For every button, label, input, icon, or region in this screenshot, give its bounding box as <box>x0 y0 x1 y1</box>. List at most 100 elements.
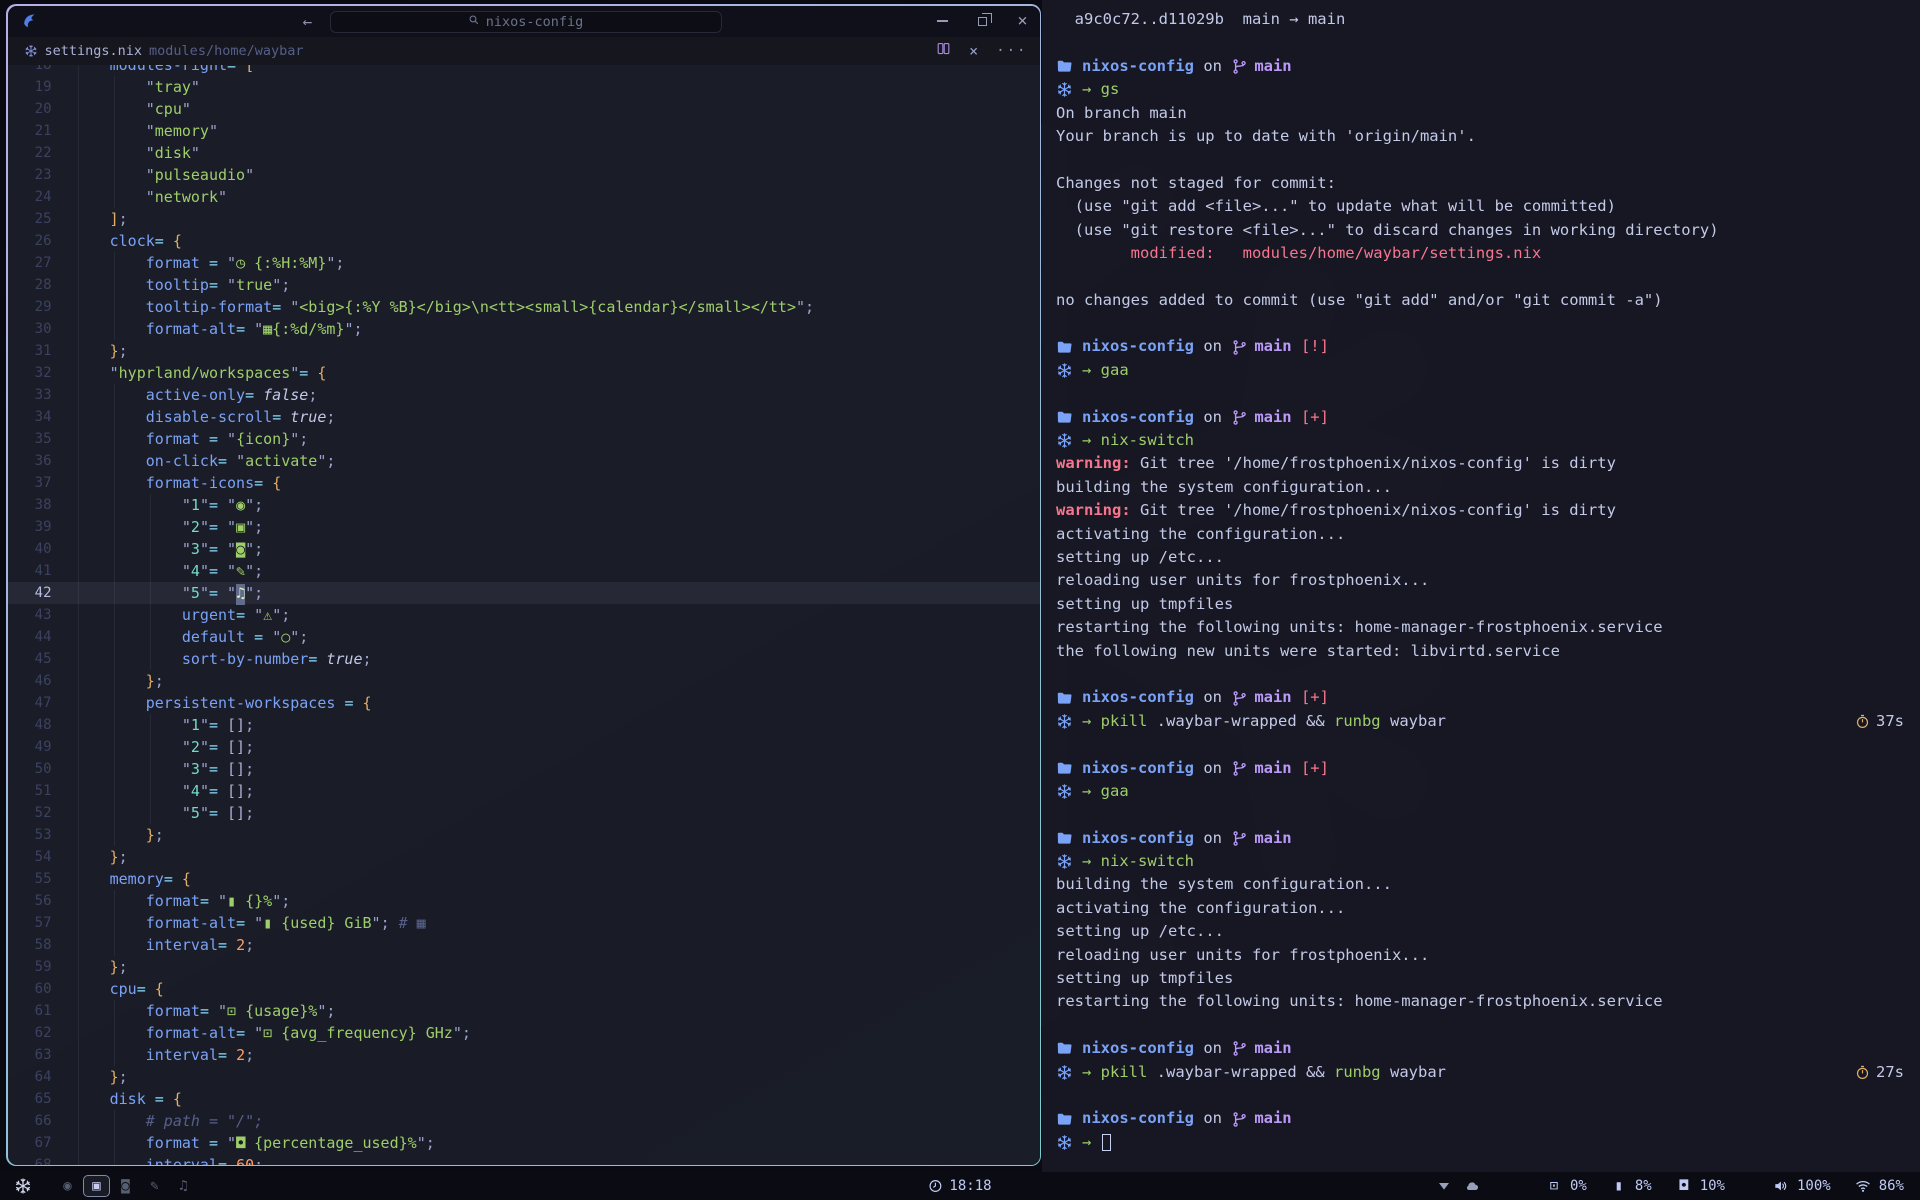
code-token: " <box>74 144 155 162</box>
minimize-button[interactable] <box>936 14 950 28</box>
code-line-59[interactable]: 59 }; <box>8 956 1040 978</box>
terminal-window[interactable]: a9c0c72..d11029b main → mainnixos-config… <box>1042 0 1920 1172</box>
code-line-28[interactable]: 28 tooltip= "true"; <box>8 274 1040 296</box>
code-line-60[interactable]: 60 cpu= { <box>8 978 1040 1000</box>
code-line-31[interactable]: 31 }; <box>8 340 1040 362</box>
code-line-27[interactable]: 27 format = "◷ {:%H:%M}"; <box>8 252 1040 274</box>
code-line-50[interactable]: 50 "3"= []; <box>8 758 1040 780</box>
code-token: format-alt <box>74 1024 237 1042</box>
disk-value: 10% <box>1700 1178 1725 1194</box>
close-button[interactable]: × <box>1016 14 1030 28</box>
workspace-1-button[interactable]: ◉ <box>54 1175 81 1197</box>
disk-module[interactable]: ◘10% <box>1676 1178 1725 1194</box>
code-editor[interactable]: 18 modules-right= [19 "tray"20 "cpu"21 "… <box>8 65 1040 1165</box>
code-line-45[interactable]: 45 sort-by-number= true; <box>8 648 1040 670</box>
code-line-18[interactable]: 18 modules-right= [ <box>8 65 1040 76</box>
project-search-box[interactable]: nixos-config <box>330 11 722 33</box>
code-line-25[interactable]: 25 ]; <box>8 208 1040 230</box>
tab-more-icon[interactable]: ··· <box>996 43 1027 59</box>
code-token: ; <box>254 584 263 602</box>
code-text: format-icons= { <box>74 472 282 494</box>
terminal-text: nixos-config <box>1082 55 1194 78</box>
code-line-40[interactable]: 40 "3"= "◙"; <box>8 538 1040 560</box>
volume-module[interactable]: 100% <box>1773 1178 1831 1194</box>
code-line-46[interactable]: 46 }; <box>8 670 1040 692</box>
code-line-39[interactable]: 39 "2"= "▣"; <box>8 516 1040 538</box>
code-line-20[interactable]: 20 "cpu" <box>8 98 1040 120</box>
workspace-4-button[interactable]: ✎ <box>141 1175 168 1197</box>
code-line-37[interactable]: 37 format-icons= { <box>8 472 1040 494</box>
code-token: ; <box>254 540 263 558</box>
code-line-67[interactable]: 67 format = "◘ {percentage_used}%"; <box>8 1132 1040 1154</box>
code-line-23[interactable]: 23 "pulseaudio" <box>8 164 1040 186</box>
code-line-62[interactable]: 62 format-alt= "⊡ {avg_frequency} GHz"; <box>8 1022 1040 1044</box>
code-line-22[interactable]: 22 "disk" <box>8 142 1040 164</box>
code-line-65[interactable]: 65 disk = { <box>8 1088 1040 1110</box>
code-line-34[interactable]: 34 disable-scroll= true; <box>8 406 1040 428</box>
code-line-35[interactable]: 35 format = "{icon}"; <box>8 428 1040 450</box>
code-token: format <box>74 1134 209 1152</box>
code-line-68[interactable]: 68 interval= 60; <box>8 1154 1040 1165</box>
code-line-38[interactable]: 38 "1"= "◉"; <box>8 494 1040 516</box>
code-token: cpu <box>74 980 137 998</box>
line-number: 49 <box>8 736 52 758</box>
memory-module[interactable]: ▮8% <box>1611 1178 1652 1194</box>
line-number: 43 <box>8 604 52 626</box>
wifi-module[interactable]: 86% <box>1855 1178 1904 1194</box>
code-line-57[interactable]: 57 format-alt= "▮ {used} GiB"; # ▦ <box>8 912 1040 934</box>
code-line-56[interactable]: 56 format= "▮ {}%"; <box>8 890 1040 912</box>
terminal-text: Changes not staged for commit: <box>1056 172 1336 195</box>
triangle-tray-icon[interactable] <box>1436 1178 1452 1194</box>
code-line-44[interactable]: 44 default = "○"; <box>8 626 1040 648</box>
code-line-24[interactable]: 24 "network" <box>8 186 1040 208</box>
code-line-58[interactable]: 58 interval= 2; <box>8 934 1040 956</box>
terminal-text: main <box>1254 55 1291 78</box>
code-line-53[interactable]: 53 }; <box>8 824 1040 846</box>
code-text: "2"= []; <box>74 736 255 758</box>
code-line-19[interactable]: 19 "tray" <box>8 76 1040 98</box>
cloud-tray-icon[interactable] <box>1464 1178 1480 1194</box>
code-line-43[interactable]: 43 urgent= "⚠"; <box>8 604 1040 626</box>
code-line-49[interactable]: 49 "2"= []; <box>8 736 1040 758</box>
terminal-text: restarting the following units: home-man… <box>1056 616 1663 639</box>
workspace-5-button[interactable]: ♫ <box>170 1175 197 1197</box>
code-line-48[interactable]: 48 "1"= []; <box>8 714 1040 736</box>
code-line-64[interactable]: 64 }; <box>8 1066 1040 1088</box>
code-line-47[interactable]: 47 persistent-workspaces = { <box>8 692 1040 714</box>
code-line-21[interactable]: 21 "memory" <box>8 120 1040 142</box>
code-line-41[interactable]: 41 "4"= "✎"; <box>8 560 1040 582</box>
cpu-module[interactable]: ⊡0% <box>1546 1178 1587 1194</box>
terminal-line <box>1056 148 1904 171</box>
nav-back-icon[interactable]: ← <box>296 6 320 37</box>
code-line-54[interactable]: 54 }; <box>8 846 1040 868</box>
workspace-2-button[interactable]: ▣ <box>83 1175 110 1197</box>
code-line-26[interactable]: 26 clock= { <box>8 230 1040 252</box>
code-line-42[interactable]: 42 "5"= "♫"; <box>8 582 1040 604</box>
code-token: " <box>191 78 200 96</box>
line-number: 47 <box>8 692 52 714</box>
code-token: { <box>173 1090 182 1108</box>
terminal-text: on <box>1194 686 1231 709</box>
code-line-29[interactable]: 29 tooltip-format= "<big>{:%Y %B}</big>\… <box>8 296 1040 318</box>
code-line-52[interactable]: 52 "5"= []; <box>8 802 1040 824</box>
code-line-55[interactable]: 55 memory= { <box>8 868 1040 890</box>
tab-settings-nix[interactable]: settings.nix modules/home/waybar <box>24 43 304 59</box>
code-token: = <box>209 1134 227 1152</box>
clock-module[interactable]: 18:18 <box>928 1178 991 1194</box>
restore-button[interactable] <box>976 14 990 28</box>
editor-window: ← → nixos-config × settings.nix modules/… <box>6 4 1041 1166</box>
code-line-32[interactable]: 32 "hyprland/workspaces"= { <box>8 362 1040 384</box>
code-line-33[interactable]: 33 active-only= false; <box>8 384 1040 406</box>
code-token: format <box>74 1002 200 1020</box>
code-line-61[interactable]: 61 format= "⊡ {usage}%"; <box>8 1000 1040 1022</box>
code-token: ; <box>155 826 164 844</box>
code-token: " <box>245 496 254 514</box>
code-line-66[interactable]: 66 # path = "/"; <box>8 1110 1040 1132</box>
code-line-51[interactable]: 51 "4"= []; <box>8 780 1040 802</box>
code-token: " <box>227 540 236 558</box>
code-line-63[interactable]: 63 interval= 2; <box>8 1044 1040 1066</box>
code-line-30[interactable]: 30 format-alt= "▦{:%d/%m}"; <box>8 318 1040 340</box>
tab-close-icon[interactable]: × <box>969 42 978 60</box>
code-line-36[interactable]: 36 on-click= "activate"; <box>8 450 1040 472</box>
workspace-3-button[interactable]: ◙ <box>112 1175 139 1197</box>
